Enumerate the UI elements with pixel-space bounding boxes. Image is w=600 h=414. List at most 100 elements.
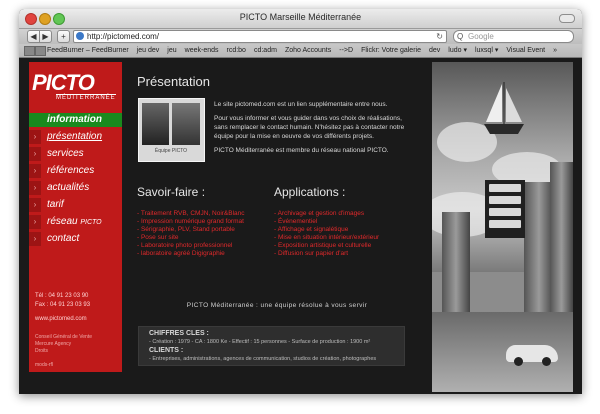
clients-line: - Entreprises, administrations, agences … — [149, 356, 377, 362]
list-item: - laboratoire agréé Digigraphie — [137, 250, 225, 257]
page-title: Présentation — [137, 74, 210, 89]
applications-list: - Archivage et gestion d'images - Événeme… — [274, 210, 379, 258]
bookmark-item[interactable]: » — [553, 47, 557, 54]
browser-window: PICTO Marseille Méditerranée ◀ ▶ + http:… — [19, 9, 582, 394]
bookmarks-bar: FeedBurner – FeedBurner jeu dev jeu week-en… — [19, 44, 582, 58]
chevron-right-icon: › — [29, 198, 41, 212]
intro-paragraph: PICTO Méditerranée est membre du réseau … — [214, 147, 389, 154]
sailing-ship — [484, 82, 524, 134]
nav-label[interactable]: information — [29, 113, 122, 127]
logo-subtitle: MÉDITERRANÉE — [56, 94, 116, 101]
intro-text: Le site pictomed.com est un lien supplém… — [214, 100, 414, 160]
list-item: - Diffusion sur papier d'art — [274, 250, 349, 257]
chevron-right-icon: › — [29, 147, 41, 161]
nav-item-3[interactable]: › services — [29, 146, 122, 163]
page-scrollbar[interactable] — [573, 58, 582, 394]
main-navigation: ›information›présentation›services›référ… — [29, 112, 122, 248]
show-all-bookmarks-icon[interactable] — [24, 46, 35, 56]
list-item: - Traitement RVB, CMJN, Noir&Blanc — [137, 210, 245, 217]
toolbar-toggle-button[interactable] — [559, 14, 575, 23]
partner-link[interactable]: Droits — [35, 348, 92, 355]
bookmark-item[interactable]: cd:adm — [254, 47, 277, 54]
nav-label[interactable]: tarif — [47, 199, 64, 210]
bookmark-item[interactable]: -->D — [339, 47, 353, 54]
logo-word: PICTO — [32, 70, 95, 95]
list-item: - Affichage et signalétique — [274, 226, 349, 233]
team-photo: Équipe PICTO — [138, 98, 205, 162]
browser-toolbar: ◀ ▶ + http://pictomed.com/ ↻ Q Google — [19, 29, 582, 44]
partner-link[interactable]: mods-rfl — [35, 362, 92, 369]
fax-number: Fax : 04 91 23 03 93 — [35, 302, 91, 308]
nav-item-8[interactable]: › contact — [29, 231, 122, 248]
partner-link[interactable]: Mercure Agency — [35, 341, 92, 348]
phone-number: Tél : 04 91 23 03 90 — [35, 293, 89, 299]
chevron-right-icon: › — [29, 181, 41, 195]
nav-label-suffix: PICTO — [80, 219, 102, 226]
address-bar[interactable]: http://pictomed.com/ ↻ — [73, 30, 447, 43]
address-text[interactable]: http://pictomed.com/ — [87, 31, 159, 42]
photo-caption: Équipe PICTO — [154, 148, 188, 154]
nav-label[interactable]: références — [47, 165, 94, 176]
window-title: PICTO Marseille Méditerranée — [239, 12, 362, 22]
chevron-right-icon: › — [29, 130, 41, 144]
nav-item-5[interactable]: › actualités — [29, 180, 122, 197]
chevron-right-icon: › — [29, 215, 41, 229]
bookmark-item[interactable]: dev — [429, 47, 440, 54]
vintage-car — [506, 345, 558, 366]
bookmark-item[interactable]: Zoho Accounts — [285, 47, 331, 54]
intro-paragraph: Le site pictomed.com est un lien supplém… — [214, 101, 388, 108]
intro-paragraph: Pour vous informer et vous guider dans v… — [214, 115, 405, 140]
picto-logo[interactable]: PICTO MÉDITERRANÉE — [32, 70, 118, 101]
reading-list-icon[interactable] — [35, 46, 46, 56]
key-figures-box: CHIFFRES CLES : - Création : 1979 - CA :… — [138, 326, 405, 366]
add-bookmark-button[interactable]: + — [57, 30, 70, 43]
road-sign — [485, 180, 525, 238]
partner-links: Conseil Général de Vente Mercure Agency Dr… — [35, 334, 92, 369]
website-link[interactable]: www.pictomed.com — [35, 315, 90, 324]
bookmark-item[interactable]: FeedBurner – FeedBurner — [47, 47, 129, 54]
nav-label[interactable]: réseau PICTO — [47, 216, 102, 227]
site-favicon-icon — [76, 32, 84, 40]
list-item: - Exposition artistique et culturelle — [274, 242, 372, 249]
key-figures-line: - Création : 1979 - CA : 1800 Ke - Effec… — [149, 339, 371, 345]
savoir-faire-list: - Traitement RVB, CMJN, Noir&Blanc - Impr… — [137, 210, 245, 258]
applications-heading: Applications : — [274, 185, 346, 199]
decorative-photo — [432, 62, 573, 392]
bookmark-item[interactable]: luxsql ▾ — [475, 47, 498, 54]
partner-link[interactable] — [35, 355, 92, 362]
list-item: - Impression numérique grand format — [137, 218, 244, 225]
title-bar: PICTO Marseille Méditerranée — [19, 9, 582, 29]
nav-item-4[interactable]: › références — [29, 163, 122, 180]
nav-item-6[interactable]: › tarif — [29, 197, 122, 214]
search-icon: Q — [457, 32, 464, 41]
list-item: - Archivage et gestion d'images — [274, 210, 365, 217]
search-input[interactable]: Q Google — [453, 30, 574, 43]
nav-label[interactable]: contact — [47, 233, 79, 244]
nav-item-2[interactable]: › présentation — [29, 129, 122, 146]
bookmark-item[interactable]: rcd:bo — [227, 47, 246, 54]
nav-item-1[interactable]: ›information — [29, 112, 122, 129]
bookmark-item[interactable]: jeu — [167, 47, 176, 54]
bookmark-item[interactable]: jeu dev — [137, 47, 160, 54]
search-placeholder[interactable]: Google — [468, 31, 494, 42]
partner-link[interactable]: Conseil Général de Vente — [35, 334, 92, 341]
savoir-faire-heading: Savoir-faire : — [137, 185, 206, 199]
bookmark-item[interactable]: Visual Event — [506, 47, 545, 54]
bookmark-item[interactable]: week-ends — [185, 47, 219, 54]
key-figures-title: CHIFFRES CLES : — [149, 330, 209, 337]
contact-info: Tél : 04 91 23 03 90 Fax : 04 91 23 03 9… — [35, 292, 90, 324]
bookmark-item[interactable]: ludo ▾ — [448, 47, 467, 54]
chevron-right-icon: › — [29, 164, 41, 178]
list-item: - Pose sur site — [137, 234, 179, 241]
list-item: - Sérigraphie, PLV, Stand portable — [137, 226, 235, 233]
bookmark-list: FeedBurner – FeedBurner jeu dev jeu week-en… — [47, 44, 565, 57]
bookmark-item[interactable]: Flickr: Votre galerie — [361, 47, 421, 54]
nav-label[interactable]: présentation — [47, 131, 102, 142]
nav-label[interactable]: actualités — [47, 182, 89, 193]
tagline: PICTO Méditerranée : une équipe résolue … — [186, 302, 368, 309]
nav-item-7[interactable]: › réseau PICTO — [29, 214, 122, 231]
nav-label[interactable]: services — [47, 148, 84, 159]
sidebar: PICTO MÉDITERRANÉE ›information›présenta… — [29, 62, 122, 372]
forward-button[interactable]: ▶ — [39, 30, 52, 43]
reload-icon[interactable]: ↻ — [436, 31, 443, 42]
